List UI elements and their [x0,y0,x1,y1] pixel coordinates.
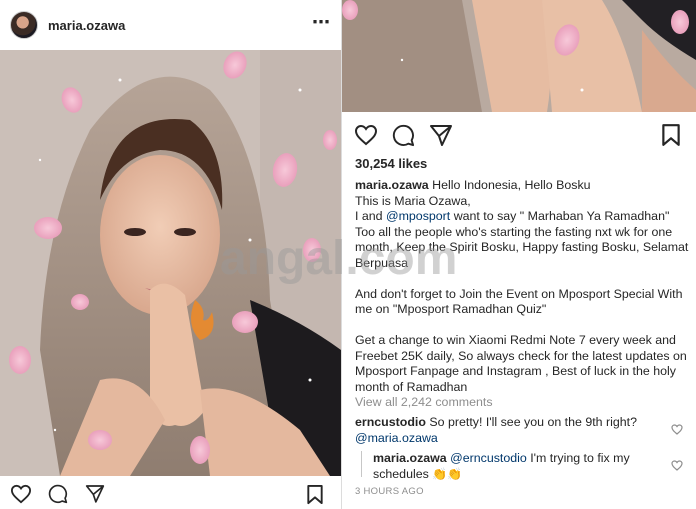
comment-icon[interactable] [392,124,415,147]
timestamp: 3 HOURS AGO [355,486,424,497]
caption-para3: Get a change to win Xiaomi Redmi Note 7 … [355,333,687,394]
post-left-panel: maria.ozawa ⋯ [0,0,341,509]
reply-mention[interactable]: @erncustodio [450,451,527,465]
left-action-bar [0,476,341,509]
caption-line1: Hello Indonesia, Hello Bosku [432,178,591,192]
caption-line2: This is Maria Ozawa, [355,193,471,208]
likes-count[interactable]: 30,254 likes [355,156,427,171]
comment-item: erncustodio So pretty! I'll see you on t… [355,415,665,446]
bookmark-icon[interactable] [306,484,324,505]
comment-like-icon[interactable] [671,424,683,436]
clap-emoji-icon: 👏👏 [432,466,463,481]
comment-icon[interactable] [48,484,68,504]
reply-item: maria.ozawa @erncustodio I'm trying to f… [373,451,665,482]
post-photo-cropped[interactable] [342,0,696,112]
more-icon[interactable]: ⋯ [312,13,331,37]
caption-para2: And don't forget to Join the Event on Mp… [355,286,683,317]
post-photo[interactable] [0,50,341,476]
comment-mention[interactable]: @maria.ozawa [355,431,438,445]
post-right-panel: 30,254 likes maria.ozawa Hello Indonesia… [342,0,696,509]
share-icon[interactable] [429,124,453,146]
reply-username[interactable]: maria.ozawa [373,451,447,465]
post-username[interactable]: maria.ozawa [48,18,125,33]
caption-line3-a: I and [355,209,387,223]
reply-thread-line [361,451,362,477]
comment-text: So pretty! I'll see you on the 9th right… [429,415,637,429]
right-action-bar [342,115,696,155]
post-header: maria.ozawa ⋯ [0,0,341,50]
share-icon[interactable] [85,484,105,503]
heart-icon[interactable] [354,124,378,146]
avatar[interactable] [10,11,38,39]
caption-mention[interactable]: @mposport [386,209,450,223]
view-all-comments[interactable]: View all 2,242 comments [355,395,493,409]
reply-like-icon[interactable] [671,460,683,472]
heart-icon[interactable] [10,484,32,504]
caption-username[interactable]: maria.ozawa [355,178,429,192]
comment-username[interactable]: erncustodio [355,415,426,429]
post-caption: maria.ozawa Hello Indonesia, Hello Bosku… [355,178,689,395]
bookmark-icon[interactable] [661,123,681,147]
